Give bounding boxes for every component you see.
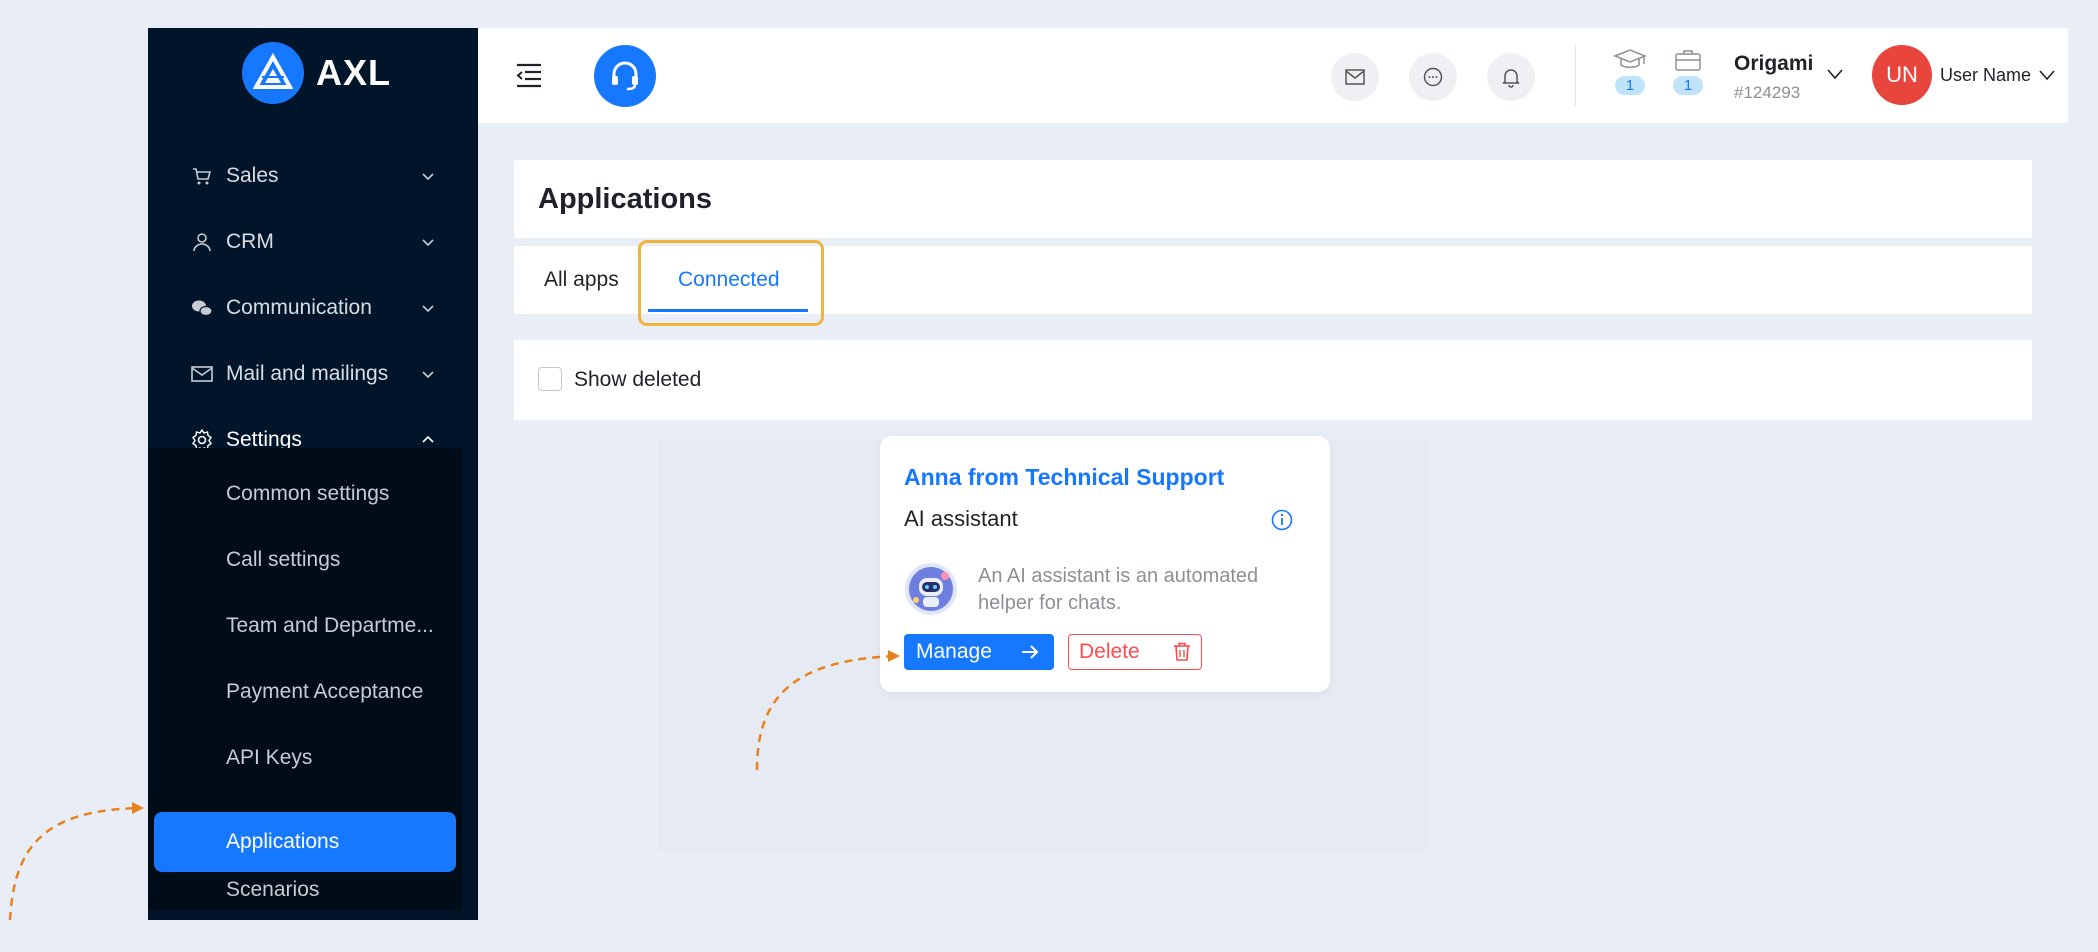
sidebar-item-sales[interactable]: Sales	[148, 148, 478, 204]
sidebar-item-crm[interactable]: CRM	[148, 214, 478, 270]
cases-counter[interactable]: 1	[1671, 48, 1705, 95]
mail-button[interactable]	[1331, 53, 1379, 101]
page-title: Applications	[538, 183, 713, 215]
graduation-cap-icon	[1613, 49, 1647, 68]
trash-icon	[1174, 642, 1190, 661]
manage-button-label: Manage	[916, 640, 992, 663]
sidebar-item-communication[interactable]: Communication	[148, 280, 478, 336]
sidebar-item-label: Communication	[226, 296, 372, 319]
page-header-panel: Applications	[514, 160, 2032, 238]
wechat-icon	[192, 300, 213, 317]
annotation-arrow-applications	[8, 806, 141, 921]
sidebar-item-label: CRM	[226, 230, 274, 253]
top-header: 1 1 Origami #124293 UN User Name	[478, 28, 2068, 123]
chevron-down-icon	[422, 173, 434, 181]
chevron-down-icon	[422, 371, 434, 379]
briefcase-icon	[1675, 50, 1701, 71]
info-icon[interactable]	[1270, 508, 1294, 532]
submenu-item-team-departments[interactable]: Team and Departme...	[154, 596, 456, 656]
show-deleted-checkbox[interactable]	[538, 367, 562, 391]
submenu-item-call-settings[interactable]: Call settings	[154, 530, 456, 590]
org-id: #124293	[1734, 83, 1801, 102]
submenu-item-api-keys[interactable]: API Keys	[154, 728, 456, 788]
logo-icon	[242, 42, 304, 104]
chevron-down-icon	[422, 305, 434, 313]
sidebar: AXL Sales CRM Communication Mail and mai…	[148, 28, 478, 920]
header-divider	[1575, 44, 1576, 106]
tab-all-apps[interactable]: All apps	[544, 268, 619, 292]
bell-icon	[1502, 69, 1520, 88]
courses-counter[interactable]: 1	[1613, 48, 1647, 95]
chat-button[interactable]	[1409, 53, 1457, 101]
headset-icon	[612, 61, 638, 91]
cart-icon	[193, 168, 212, 185]
app-card-title[interactable]: Anna from Technical Support	[904, 464, 1224, 491]
support-button[interactable]	[594, 45, 656, 107]
filter-panel: Show deleted	[514, 340, 2032, 420]
show-deleted-label[interactable]: Show deleted	[574, 368, 701, 392]
delete-button-label: Delete	[1079, 640, 1140, 663]
mail-icon	[1345, 69, 1365, 85]
org-name[interactable]: Origami	[1734, 52, 1813, 76]
chevron-up-icon	[422, 435, 434, 443]
avatar[interactable]: UN	[1872, 45, 1932, 105]
submenu-item-payment-acceptance[interactable]: Payment Acceptance	[154, 662, 456, 722]
delete-button[interactable]: Delete	[1068, 634, 1202, 670]
chevron-down-icon	[422, 239, 434, 247]
chevron-down-icon[interactable]	[2038, 66, 2056, 84]
arrow-right-icon	[1022, 645, 1039, 659]
submenu-item-scenarios[interactable]: Scenarios	[154, 860, 456, 920]
chat-icon	[1423, 67, 1443, 87]
robot-avatar-icon	[905, 563, 957, 615]
sidebar-item-label: Mail and mailings	[226, 362, 389, 385]
sidebar-item-label: Sales	[226, 164, 279, 187]
settings-submenu: Common settings Call settings Team and D…	[148, 448, 462, 910]
user-icon	[193, 233, 211, 252]
cases-count-badge: 1	[1672, 76, 1704, 95]
app-card: Anna from Technical Support AI assistant…	[880, 436, 1330, 692]
logo[interactable]: AXL	[242, 42, 391, 104]
brand-name: AXL	[316, 52, 391, 93]
user-name[interactable]: User Name	[1940, 65, 2031, 86]
app-card-description: An AI assistant is an automated helper f…	[978, 565, 1259, 614]
sidebar-item-mail[interactable]: Mail and mailings	[148, 346, 478, 402]
submenu-item-common-settings[interactable]: Common settings	[154, 464, 456, 524]
tab-highlight-frame	[638, 240, 824, 326]
chevron-down-icon[interactable]	[1826, 65, 1844, 83]
mail-icon	[191, 366, 213, 382]
manage-button[interactable]: Manage	[904, 634, 1054, 670]
menu-collapse-icon[interactable]	[514, 60, 544, 90]
courses-count-badge: 1	[1614, 76, 1646, 95]
app-card-type: AI assistant	[904, 506, 1018, 531]
notifications-button[interactable]	[1487, 53, 1535, 101]
